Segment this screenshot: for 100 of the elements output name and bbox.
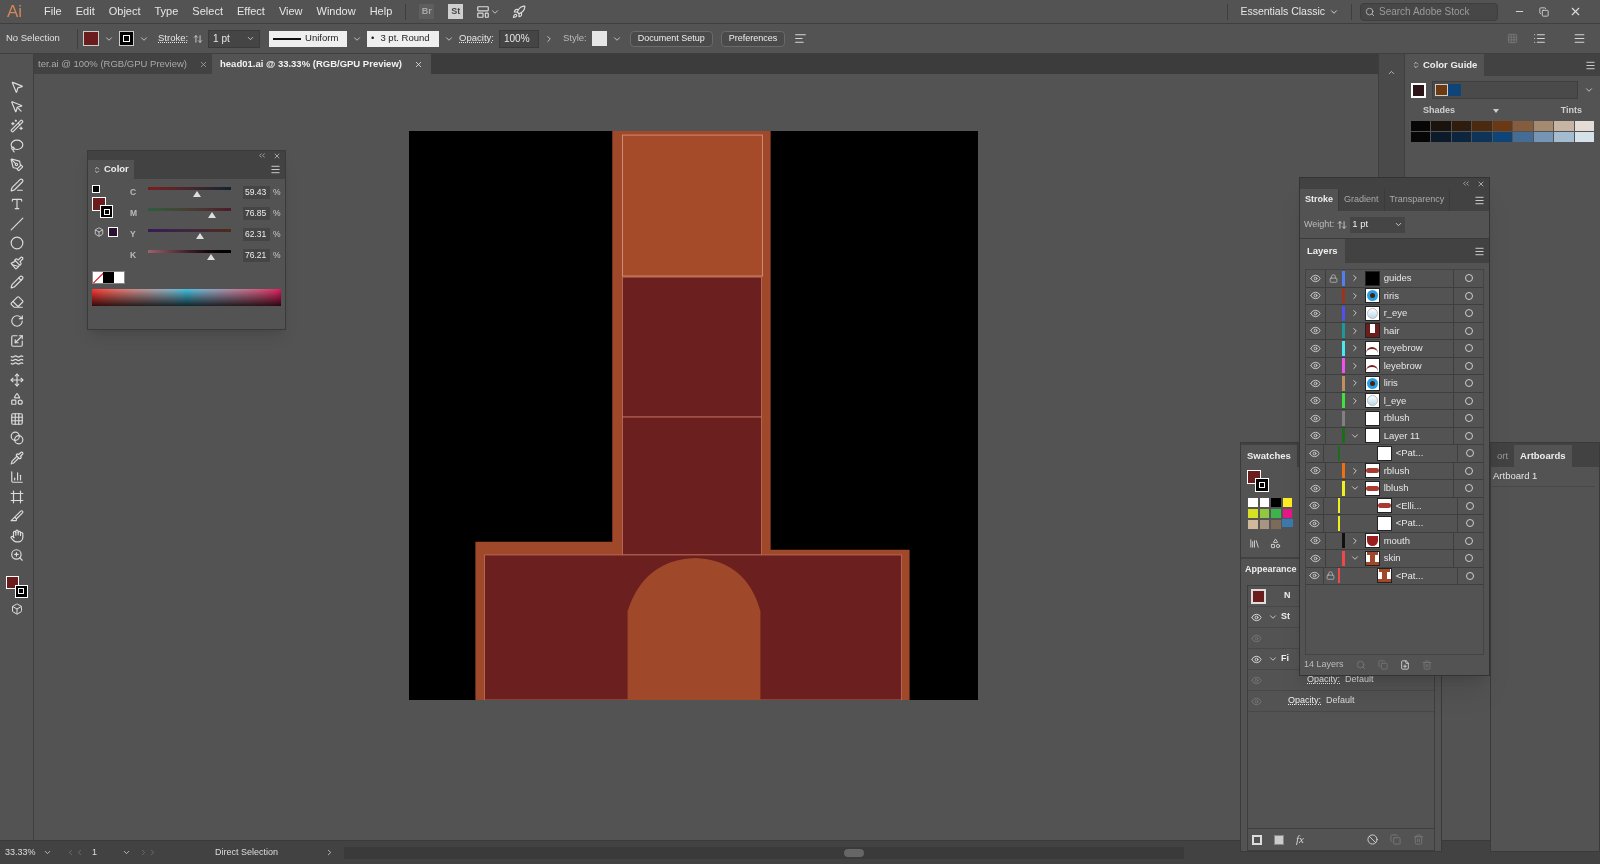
eye-icon[interactable] [1309,395,1321,407]
weight-field[interactable]: 1 pt [1350,216,1406,233]
menu-icon[interactable] [270,164,281,175]
brush-field[interactable]: • 3 pt. Round [367,30,440,47]
eye-icon[interactable] [1309,482,1321,494]
menu-item[interactable]: View [271,3,310,20]
layer-name[interactable]: reyebrow [1383,341,1454,356]
panel-tab[interactable]: Artboards [1514,445,1572,467]
layer-name[interactable]: <Pat... [1395,446,1457,461]
panel-tab[interactable]: Gradient [1339,189,1385,211]
eye-icon[interactable] [1251,611,1262,623]
eye-icon[interactable] [1309,535,1321,547]
menu-item[interactable]: Type [147,3,186,20]
caret-icon[interactable] [246,34,256,43]
layer-name[interactable]: r_eye [1383,306,1454,321]
color-spectrum[interactable] [92,289,281,306]
close-icon[interactable] [1477,179,1485,188]
layer-name[interactable]: <Pat... [1395,568,1457,583]
pointer-icon[interactable] [9,99,24,114]
menu-item[interactable]: Effect [229,3,272,20]
channel-value-field[interactable]: 76.85 [243,207,270,220]
eye-icon[interactable] [1309,377,1321,389]
opacity-label[interactable]: Opacity: [459,31,494,46]
appearance-attribute[interactable]: St [1281,610,1290,624]
layer-name[interactable]: <Elli... [1395,498,1457,513]
cube-icon[interactable] [94,227,104,237]
eye-icon[interactable] [1308,447,1320,459]
layer-name[interactable]: hair [1383,323,1454,338]
panel-tab[interactable]: Appearance [1241,559,1301,581]
new-stroke-icon[interactable] [1252,834,1262,845]
artboard-field[interactable]: 1 [92,845,122,860]
opacity-field[interactable]: 100% [498,29,539,48]
chevron-down-icon[interactable] [1268,654,1278,664]
slider-thumb[interactable] [195,233,204,239]
scale-icon[interactable] [9,333,24,348]
artboard-icon[interactable] [9,489,24,504]
layer-name[interactable]: rblush [1383,411,1454,426]
app-badge[interactable]: St [448,4,464,19]
swatch-grid[interactable] [1247,497,1293,530]
pencil-icon[interactable] [9,275,24,289]
eye-icon[interactable] [1308,570,1320,582]
menu-icon[interactable] [1573,32,1586,45]
chevron-down-icon[interactable] [1268,612,1278,622]
close-icon[interactable] [1569,5,1582,18]
blend-icon[interactable] [9,431,24,445]
menu-icon[interactable] [1474,194,1485,206]
list-icon[interactable] [1533,32,1546,45]
menu-item[interactable]: Select [185,3,230,20]
eye-icon[interactable] [1309,342,1321,354]
eye-icon[interactable] [1308,500,1320,512]
layer-name[interactable]: Layer 11 [1383,428,1454,443]
search-field[interactable]: Search Adobe Stock [1360,2,1498,21]
menu-item[interactable]: Object [101,3,148,20]
panel-tab[interactable]: Transparency [1384,189,1451,211]
spinner-icon[interactable] [193,33,204,44]
sort-icon[interactable] [93,165,101,174]
channel-value-field[interactable]: 59.43 [243,186,270,199]
close-icon[interactable] [413,59,423,69]
out-of-gamut-swatch[interactable] [108,227,118,237]
default-swatch[interactable] [103,272,114,283]
appearance-attribute[interactable]: Fi [1281,652,1289,666]
layer-name[interactable]: liris [1383,376,1454,391]
new-layer-icon[interactable] [1399,660,1410,670]
fill-stroke-icon[interactable] [1247,470,1271,494]
panel-tab[interactable]: Stroke [1300,189,1339,211]
menu-item[interactable]: Edit [68,3,102,20]
pen-line-icon[interactable] [9,177,24,192]
clear-icon[interactable] [1367,834,1378,845]
menu-item[interactable]: File [37,3,69,20]
chart-icon[interactable] [9,470,24,484]
caret-icon[interactable] [1394,220,1404,229]
fill-stroke-icon[interactable] [92,185,116,219]
restore-icon[interactable] [1539,6,1549,17]
layer-name[interactable]: leyebrow [1383,358,1454,373]
dropdown-triangle-icon[interactable] [1493,108,1499,113]
stroke-profile-field[interactable]: Uniform [269,30,348,47]
stroke-weight-field[interactable]: 1 pt [208,29,261,48]
menu-icon[interactable] [1474,245,1485,257]
layout-icon[interactable] [476,4,491,19]
base-color-swatch[interactable] [1411,82,1426,98]
workspace-switcher[interactable]: Essentials Classic [1236,3,1343,20]
effects-icon[interactable]: fx [1296,831,1304,848]
slider-thumb[interactable] [193,191,202,197]
panel-tab[interactable]: ort [1491,445,1515,467]
eye-icon[interactable] [1251,653,1262,665]
default-swatch[interactable] [113,272,124,283]
panel-tab[interactable]: Color [88,160,134,179]
caret-icon[interactable] [122,848,131,857]
layer-name[interactable]: lblush [1383,481,1454,496]
sort-icon[interactable] [1412,61,1420,69]
fill-swatch[interactable] [83,31,99,46]
pointer-icon[interactable] [9,80,24,94]
wave-icon[interactable] [9,353,24,367]
zoom-field[interactable]: 33.33% [5,845,43,860]
panel-tab[interactable]: Swatches [1241,445,1297,467]
fill-stroke-icon[interactable] [5,575,28,598]
rotate-icon[interactable] [9,314,24,328]
eyedropper-icon[interactable] [9,450,24,465]
slider-thumb[interactable] [207,254,216,260]
eye-icon[interactable] [1309,290,1321,302]
